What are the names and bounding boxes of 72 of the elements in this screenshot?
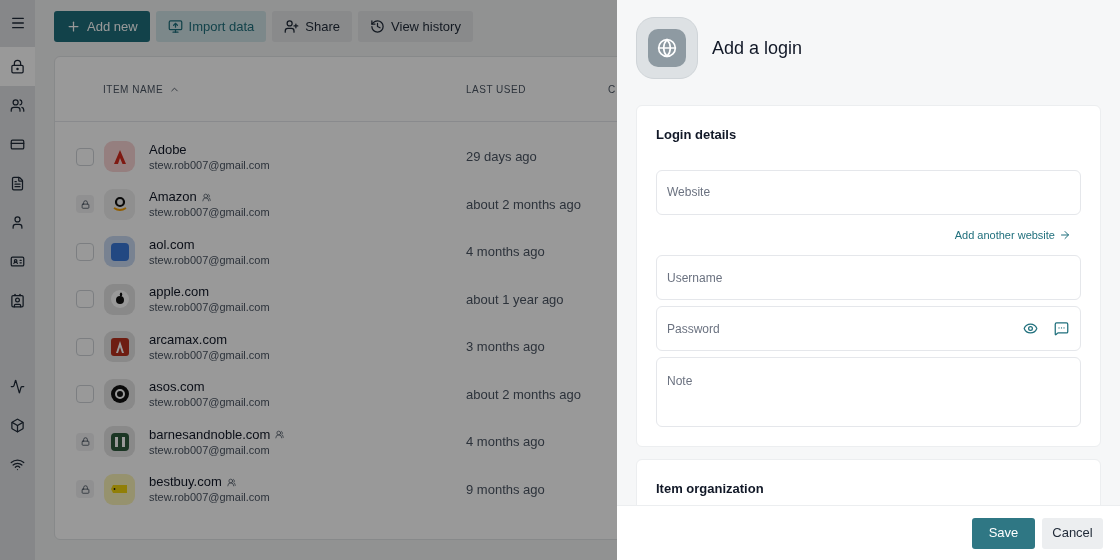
item-name: Amazon (149, 189, 197, 206)
letter-tile-logo-icon (104, 331, 135, 363)
item-username: stew.rob007@gmail.com (149, 205, 271, 220)
rounded-square-logo-icon (104, 236, 135, 268)
panel-title: Add a login (712, 36, 803, 60)
checkbox[interactable] (76, 290, 94, 309)
toolbar-button[interactable]: View history (358, 11, 473, 42)
history-icon (370, 19, 386, 34)
item-username: stew.rob007@gmail.com (149, 300, 271, 315)
last-used: about 2 months ago (466, 385, 581, 404)
plus-icon (66, 19, 81, 34)
add-person-icon (284, 19, 300, 34)
last-used: 29 days ago (466, 148, 537, 166)
sidebar-item[interactable] (0, 47, 35, 86)
item-name: asos.com (149, 379, 205, 396)
lock-icon (10, 59, 25, 74)
checkbox[interactable] (76, 385, 94, 404)
last-used: 9 months ago (466, 480, 545, 499)
people-icon (10, 98, 25, 113)
checkbox[interactable] (76, 337, 94, 356)
card-icon (10, 137, 25, 152)
document-icon (10, 176, 25, 191)
item-name: arcamax.com (149, 331, 228, 348)
checkbox[interactable] (76, 147, 94, 166)
last-used: 3 months ago (466, 338, 545, 356)
last-used: 4 months ago (466, 433, 545, 451)
column-header[interactable]: ITEM NAME (103, 81, 164, 97)
checkbox[interactable] (76, 242, 94, 261)
toolbar-button[interactable]: Share (272, 11, 353, 42)
arrow-icon (1059, 228, 1071, 241)
text-field[interactable]: Website (656, 169, 1081, 215)
note-field[interactable]: Note (656, 357, 1081, 427)
item-name: barnesandnoble.com (149, 426, 271, 443)
item-username: stew.rob007@gmail.com (149, 252, 271, 267)
bars-logo-icon (104, 426, 135, 458)
activity-icon (10, 379, 25, 394)
item-name: aol.com (149, 236, 195, 253)
item-name: bestbuy.com (149, 474, 222, 491)
id-card-icon (10, 254, 25, 269)
item-username: stew.rob007@gmail.com (149, 395, 271, 410)
circle-logo-icon (104, 378, 135, 410)
column-header[interactable]: LAST USED (466, 81, 526, 97)
message-icon[interactable] (1054, 321, 1069, 336)
footer-button[interactable]: Cancel (1042, 517, 1103, 549)
person-icon (10, 215, 25, 230)
column-header[interactable]: C (608, 81, 616, 97)
cube-icon (10, 418, 25, 433)
last-used: 4 months ago (466, 243, 545, 261)
item-username: stew.rob007@gmail.com (149, 490, 271, 505)
smile-logo-icon (104, 188, 135, 220)
item-name: apple.com (149, 284, 209, 301)
last-used: about 2 months ago (466, 195, 581, 214)
upload-icon (167, 19, 183, 34)
text-field[interactable]: Username (656, 255, 1081, 300)
tag-logo-icon (104, 473, 135, 505)
toolbar-button[interactable]: Add new (54, 11, 150, 42)
footer-button[interactable]: Save (972, 517, 1035, 549)
section-title: Login details (656, 126, 737, 144)
password-field[interactable]: Password (656, 306, 1081, 351)
item-username: stew.rob007@gmail.com (149, 347, 271, 362)
section-title: Item organization (656, 480, 764, 498)
wifi-icon (10, 457, 25, 472)
add-website-link[interactable]: Add another website (954, 226, 1071, 243)
item-username: stew.rob007@gmail.com (149, 442, 271, 457)
item-username: stew.rob007@gmail.com (149, 157, 271, 172)
contact-icon (10, 293, 25, 308)
last-used: about 1 year ago (466, 290, 564, 309)
triangle-logo-icon (104, 141, 135, 173)
menu-icon[interactable] (9, 15, 26, 31)
item-name: Adobe (149, 141, 187, 158)
eye-icon[interactable] (1023, 321, 1038, 336)
globe-tile-icon (636, 17, 698, 79)
